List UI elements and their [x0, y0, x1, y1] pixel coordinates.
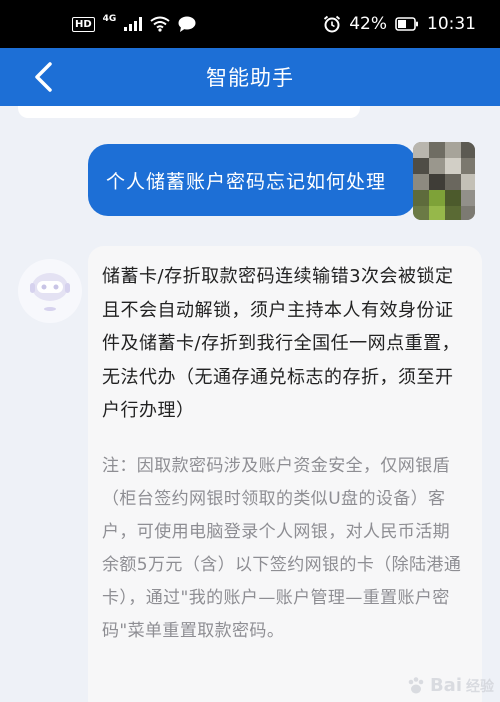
- bot-reply-note: 注：因取款密码涉及账户资金安全，仅网银盾（柜台签约网银时领取的类似U盘的设备）客…: [102, 455, 462, 641]
- back-button[interactable]: [22, 56, 64, 98]
- assistant-robot-icon: [30, 273, 70, 311]
- previous-message-card: [18, 106, 360, 118]
- alarm-icon: [324, 15, 341, 33]
- watermark-suffix: 经验: [466, 679, 494, 695]
- nav-bar: 智能助手: [0, 48, 500, 106]
- clock-time: 10:31: [427, 14, 476, 34]
- battery-percent: 42%: [349, 14, 387, 34]
- status-bar: HD 4G 42% 10:31: [0, 0, 500, 48]
- user-avatar[interactable]: [413, 142, 475, 220]
- chat-area[interactable]: 个人储蓄账户密码忘记如何处理 储蓄卡/存折取款密码连续输错3次会被锁定且不会自动…: [0, 106, 500, 702]
- status-left: HD 4G: [72, 14, 196, 32]
- user-message-text: 个人储蓄账户密码忘记如何处理: [106, 170, 387, 193]
- watermark: Bai 经验: [406, 675, 494, 696]
- hd-badge: HD: [72, 16, 95, 32]
- bot-reply-card[interactable]: 储蓄卡/存折取款密码连续输错3次会被锁定且不会自动解锁，须户主持本人有效身份证件…: [88, 246, 482, 702]
- watermark-brand: Bai: [429, 675, 462, 696]
- signal-bars-icon: [124, 17, 143, 31]
- user-message-bubble[interactable]: 个人储蓄账户密码忘记如何处理: [88, 144, 416, 216]
- battery-icon: [395, 17, 418, 31]
- wifi-icon: [150, 16, 170, 32]
- network-type: 4G: [102, 14, 117, 24]
- chevron-left-icon: [35, 62, 52, 92]
- paw-logo-icon: [408, 677, 424, 694]
- bot-avatar[interactable]: [18, 259, 82, 323]
- status-right: 42% 10:31: [323, 14, 476, 34]
- page-title: 智能助手: [206, 66, 294, 90]
- message-notification-icon: [178, 16, 196, 32]
- pixelated-avatar-image: [413, 142, 475, 220]
- bot-reply-text: 储蓄卡/存折取款密码连续输错3次会被锁定且不会自动解锁，须户主持本人有效身份证件…: [102, 266, 461, 421]
